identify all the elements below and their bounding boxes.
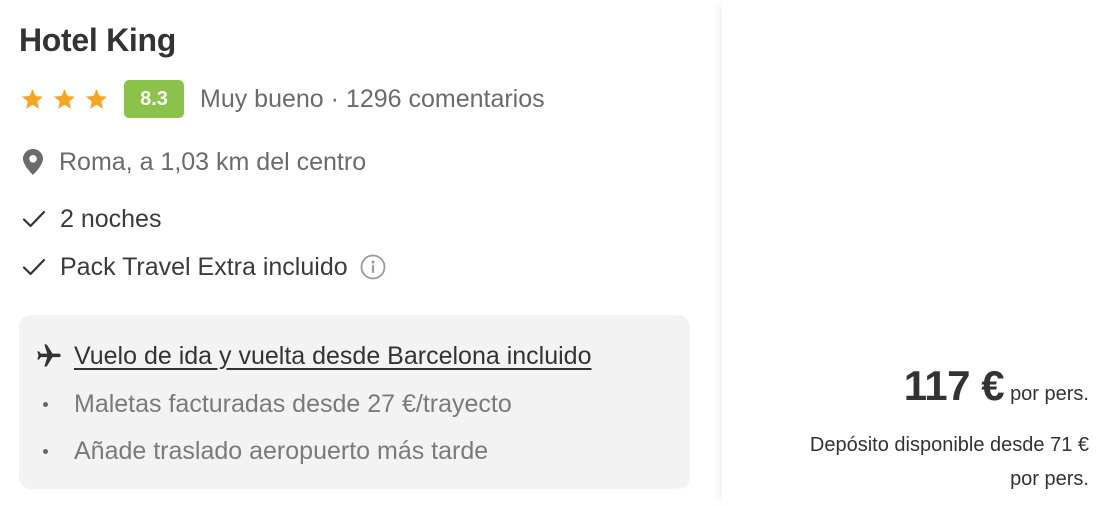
list-item: Añade traslado aeropuerto más tarde <box>43 435 488 467</box>
deposit-info: Depósito disponible desde 71 € por pers. <box>729 428 1089 496</box>
feature-text: 2 noches <box>60 204 162 233</box>
price-panel: 117 € por pers. Depósito disponible desd… <box>722 0 1104 506</box>
location-text: Roma, a 1,03 km del centro <box>59 147 367 176</box>
flight-included-link[interactable]: Vuelo de ida y vuelta desde Barcelona in… <box>74 342 591 371</box>
rating-text[interactable]: Muy bueno · 1296 comentarios <box>200 85 545 114</box>
feature-pack: Pack Travel Extra incluido <box>22 251 386 283</box>
score-badge: 8.3 <box>124 80 184 118</box>
deposit-per-person: por pers. <box>1010 468 1089 490</box>
price-line: 117 € por pers. <box>904 362 1089 410</box>
info-icon[interactable] <box>360 254 386 280</box>
bullet-dot <box>43 401 48 407</box>
hotel-name[interactable]: Hotel King <box>19 22 176 59</box>
star-icon <box>86 88 107 109</box>
check-icon <box>22 258 46 276</box>
plane-icon <box>37 344 61 367</box>
transfer-info: Añade traslado aeropuerto más tarde <box>74 436 489 465</box>
hotel-card-main: Hotel King 8.3 Muy bueno · 1296 comentar… <box>0 0 722 506</box>
list-item: Maletas facturadas desde 27 €/trayecto <box>43 388 512 420</box>
flight-header: Vuelo de ida y vuelta desde Barcelona in… <box>35 339 591 373</box>
rating-row: 8.3 Muy bueno · 1296 comentarios <box>20 80 545 118</box>
star-icon <box>22 88 43 109</box>
price-per-person: por pers. <box>1010 383 1089 405</box>
feature-text: Pack Travel Extra incluido <box>60 252 348 281</box>
baggage-info: Maletas facturadas desde 27 €/trayecto <box>74 389 512 418</box>
deposit-line: Depósito disponible desde 71 € <box>809 434 1089 456</box>
map-pin-icon <box>23 149 43 175</box>
check-icon <box>22 210 46 228</box>
feature-nights: 2 noches <box>22 203 161 235</box>
star-icon <box>54 88 75 109</box>
flight-info-box: Vuelo de ida y vuelta desde Barcelona in… <box>19 315 690 489</box>
location-row: Roma, a 1,03 km del centro <box>23 146 366 178</box>
bullet-dot <box>43 448 48 454</box>
star-rating <box>20 87 109 112</box>
price-amount: 117 € <box>903 362 1005 409</box>
